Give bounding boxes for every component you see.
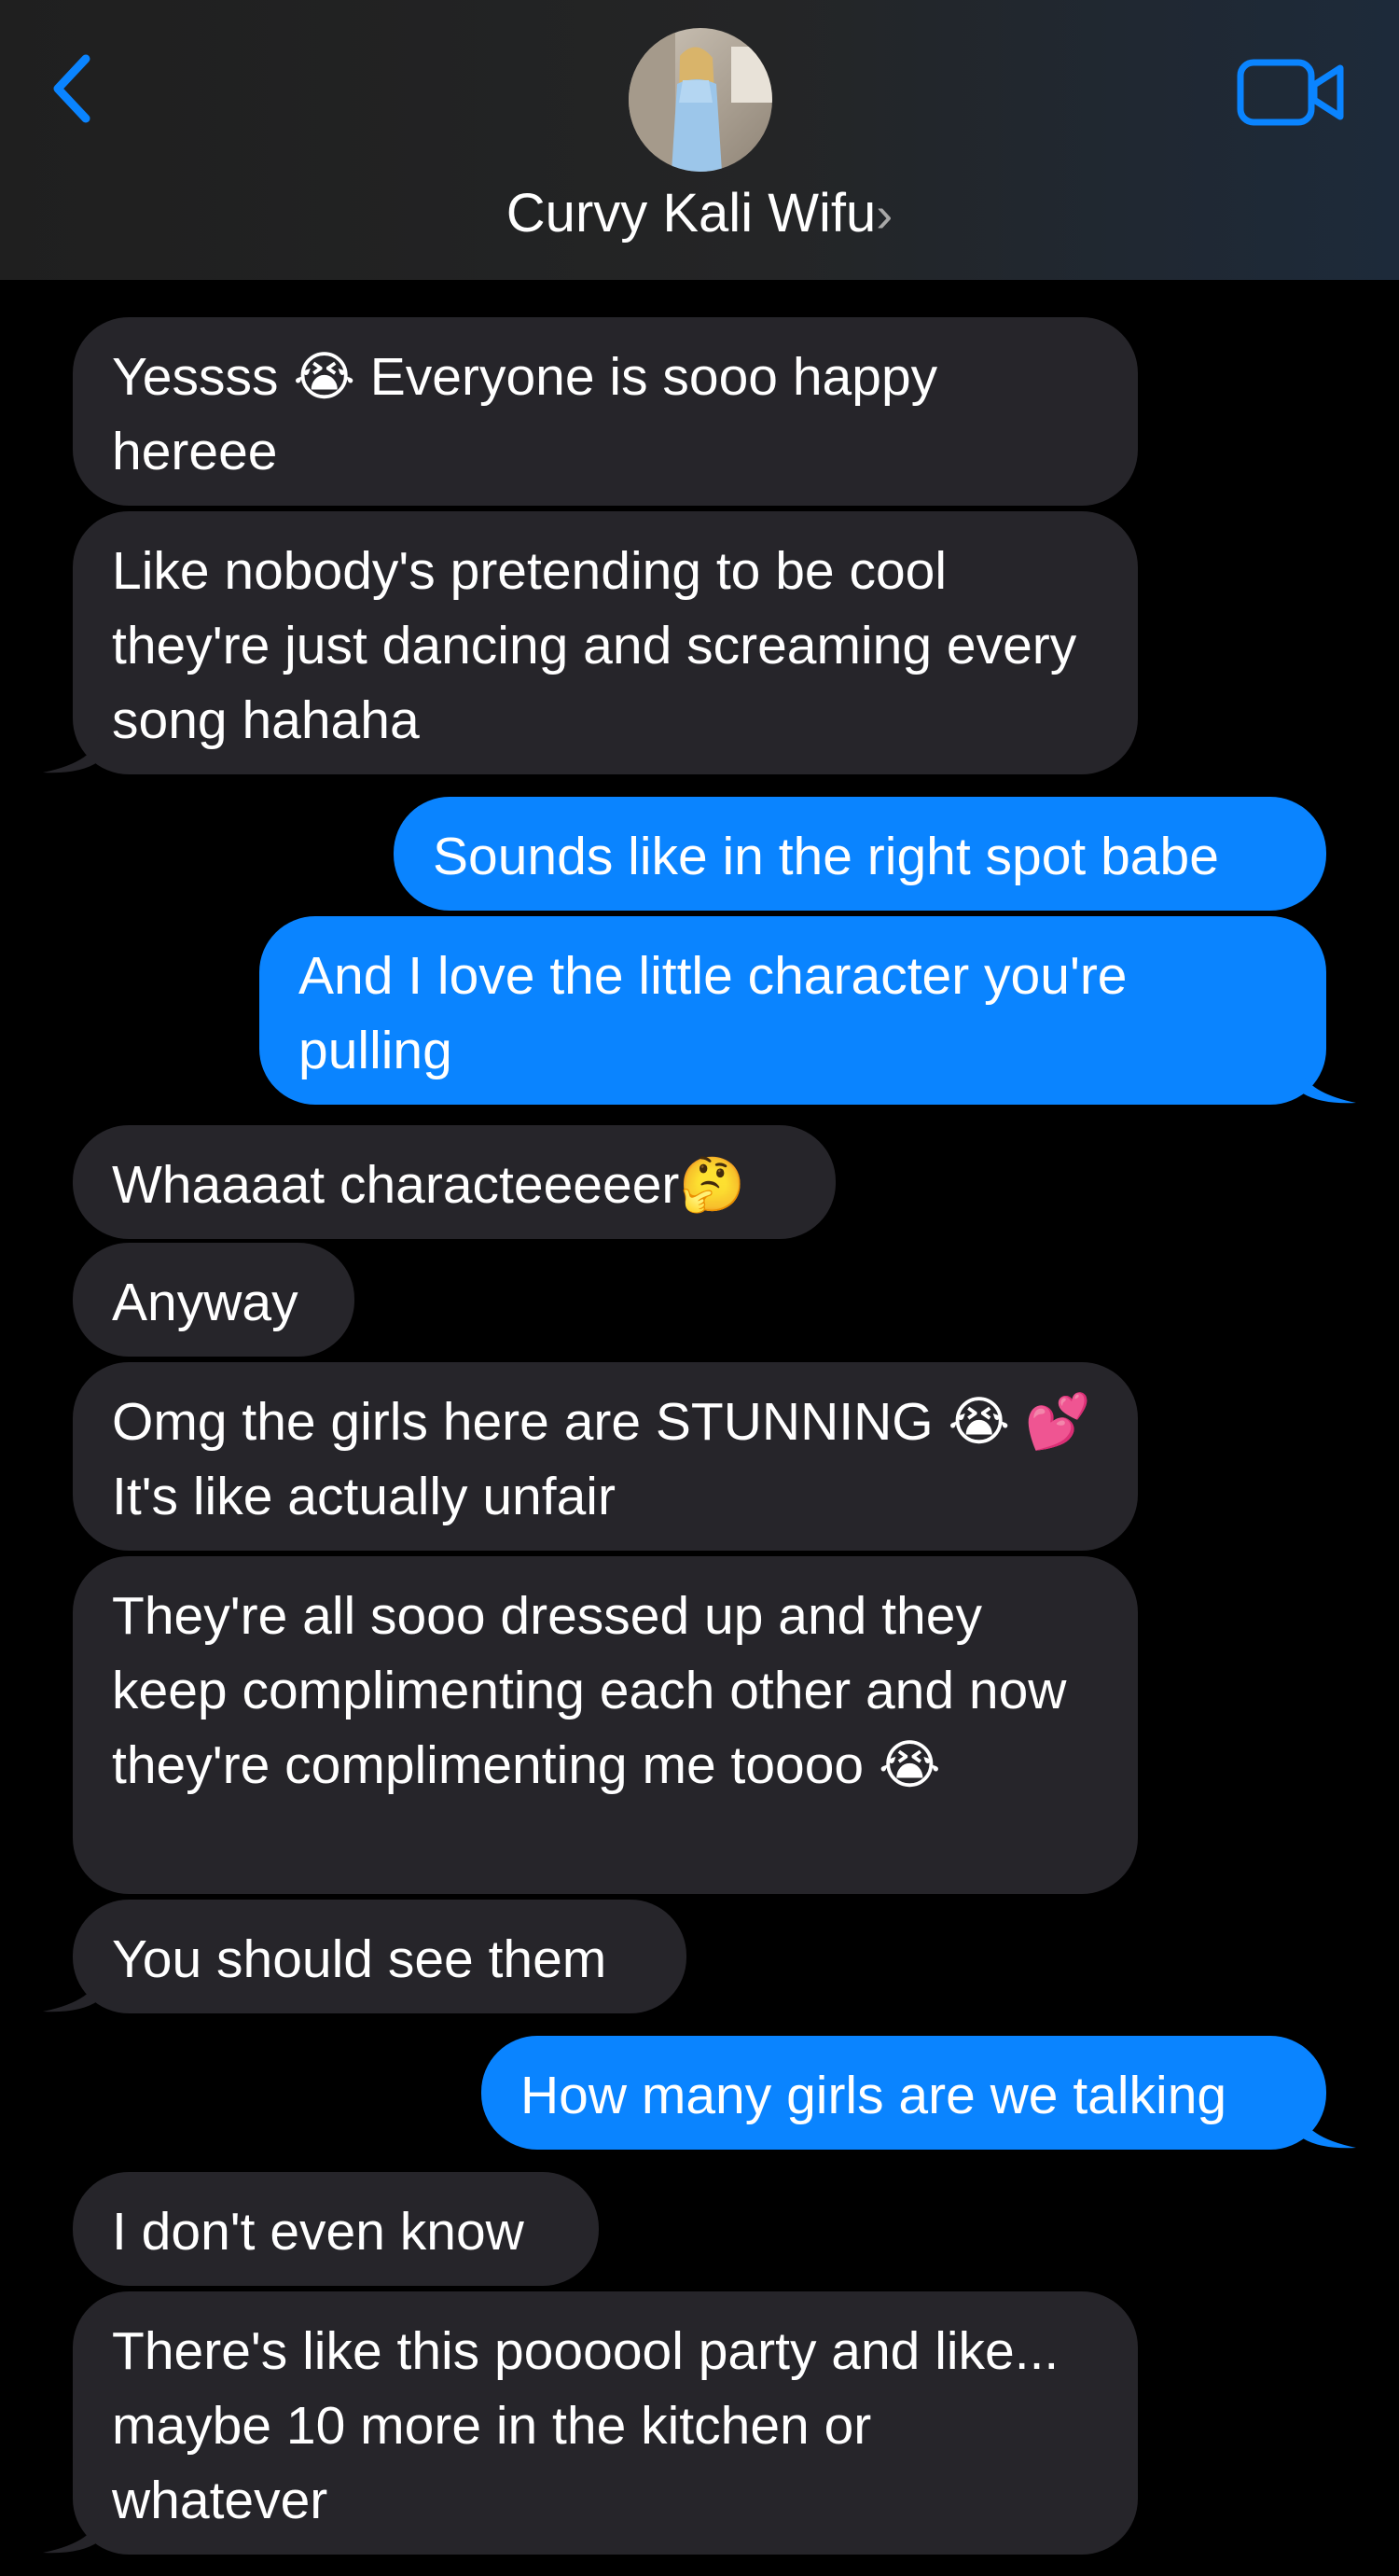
chevron-right-icon: ›: [876, 187, 893, 243]
avatar[interactable]: [629, 28, 772, 172]
message-text: There's like this poooool party and like…: [112, 2321, 1060, 2530]
incoming-message[interactable]: Omg the girls here are STUNNING 😭 💕 It's…: [73, 1362, 1138, 1551]
video-call-button[interactable]: [1236, 51, 1348, 135]
message-text: Omg the girls here are STUNNING 😭 💕 It's…: [112, 1392, 1091, 1526]
incoming-message[interactable]: They're all sooo dressed up and they kee…: [73, 1556, 1138, 1894]
back-button[interactable]: [37, 42, 112, 135]
message-text: They're all sooo dressed up and they kee…: [112, 1586, 1067, 1795]
incoming-message[interactable]: I don't even know: [73, 2172, 599, 2286]
incoming-message[interactable]: You should see them: [73, 1900, 686, 2013]
contact-name-button[interactable]: Curvy Kali Wifu›: [0, 177, 1399, 251]
bubble-tail: [1300, 1064, 1356, 1104]
incoming-message[interactable]: There's like this poooool party and like…: [73, 2291, 1138, 2555]
contact-name: Curvy Kali Wifu: [506, 183, 877, 244]
message-text: I don't even know: [112, 2202, 524, 2262]
incoming-message[interactable]: Whaaaat characteeeeer🤔: [73, 1125, 836, 1239]
video-camera-icon: [1237, 59, 1344, 126]
incoming-message[interactable]: Like nobody's pretending to be cool they…: [73, 511, 1138, 774]
message-text: You should see them: [112, 1929, 607, 1989]
message-text: Anyway: [112, 1273, 298, 1332]
message-text: Yessss 😭 Everyone is sooo happy hereee: [112, 347, 938, 481]
outgoing-message[interactable]: Sounds like in the right spot babe: [394, 797, 1326, 911]
message-thread[interactable]: Yessss 😭 Everyone is sooo happy hereee L…: [0, 280, 1399, 2576]
message-text: Sounds like in the right spot babe: [433, 827, 1219, 886]
bubble-tail: [1300, 2109, 1356, 2149]
chevron-left-icon: [53, 54, 90, 123]
outgoing-message[interactable]: And I love the little character you're p…: [259, 916, 1326, 1105]
incoming-message[interactable]: Anyway: [73, 1243, 354, 1357]
message-text: And I love the little character you're p…: [298, 946, 1128, 1080]
message-text: Whaaaat characteeeeer🤔: [112, 1155, 746, 1215]
outgoing-message[interactable]: How many girls are we talking: [481, 2036, 1326, 2150]
bubble-tail: [43, 1972, 99, 2012]
conversation-header: Curvy Kali Wifu›: [0, 0, 1399, 280]
incoming-message[interactable]: Yessss 😭 Everyone is sooo happy hereee: [73, 317, 1138, 506]
bubble-tail: [43, 733, 99, 773]
avatar-image: [629, 28, 772, 172]
message-text: Like nobody's pretending to be cool they…: [112, 541, 1077, 750]
message-text: How many girls are we talking: [520, 2066, 1227, 2125]
bubble-tail: [43, 2513, 99, 2554]
